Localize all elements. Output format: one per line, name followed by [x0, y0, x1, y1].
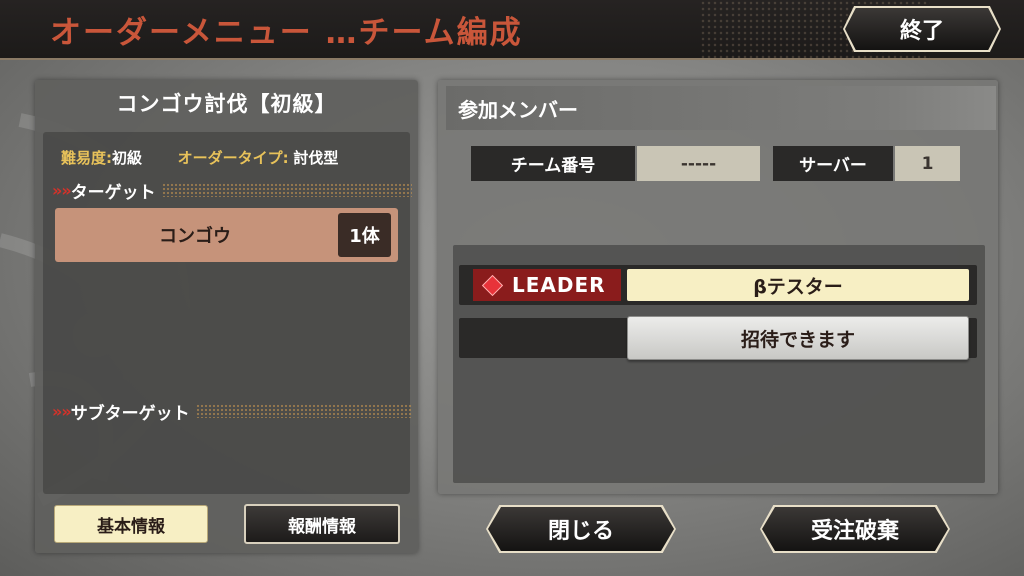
close-button[interactable]: 閉じる — [486, 505, 676, 553]
target-name: コンゴウ — [159, 226, 231, 247]
page-title: オーダーメニュー …チーム編成 — [50, 15, 523, 51]
leader-badge: LEADER — [473, 269, 621, 301]
target-header-label: ターゲット — [70, 182, 156, 203]
dotted-divider — [195, 404, 412, 418]
leader-name: βテスター — [627, 269, 969, 301]
cancel-order-button[interactable]: 受注破棄 — [760, 505, 950, 553]
close-button-label: 閉じる — [547, 519, 614, 544]
order-type-key: オーダータイプ: — [177, 149, 289, 167]
end-button-label: 終了 — [899, 19, 944, 44]
member-row-leader[interactable]: LEADER βテスター — [459, 265, 977, 305]
leader-badge-label: LEADER — [512, 273, 606, 297]
chevron-right-icon: » — [52, 180, 62, 200]
server-value: 1 — [895, 146, 960, 181]
target-count: 1体 — [338, 213, 391, 257]
target-section-header: »» ターゲット — [52, 179, 412, 203]
member-panel-header: 参加メンバー — [446, 86, 996, 130]
team-number-value: ----- — [637, 146, 760, 181]
tab-reward-info[interactable]: 報酬情報 — [244, 504, 400, 544]
member-panel-title: 参加メンバー — [458, 98, 578, 122]
member-row-empty: 招待できます — [459, 316, 977, 360]
end-button[interactable]: 終了 — [843, 6, 1001, 52]
chevron-right-icon: » — [61, 180, 71, 200]
quest-meta: 難易度:初級 オーダータイプ: 討伐型 — [61, 147, 338, 168]
tab-basic-info[interactable]: 基本情報 — [54, 505, 208, 543]
chevron-right-icon: » — [52, 401, 62, 421]
quest-info-panel: コンゴウ討伐【初級】 難易度:初級 オーダータイプ: 討伐型 — [35, 80, 418, 553]
difficulty-value: 初級 — [112, 149, 143, 167]
difficulty-key: 難易度: — [61, 149, 112, 167]
invite-button[interactable]: 招待できます — [627, 316, 969, 360]
cancel-order-button-label: 受注破棄 — [810, 519, 899, 544]
order-type-value: 討伐型 — [293, 149, 339, 167]
subtarget-section-header: »» サブターゲット — [52, 400, 412, 424]
server-label: サーバー — [773, 146, 893, 181]
subtarget-header-label: サブターゲット — [70, 403, 190, 424]
diamond-icon — [481, 274, 504, 296]
team-number-label: チーム番号 — [471, 146, 635, 181]
quest-title: コンゴウ討伐【初級】 — [116, 92, 337, 116]
dotted-divider — [161, 183, 412, 197]
chevron-right-icon: » — [61, 401, 71, 421]
target-row[interactable]: コンゴウ 1体 — [55, 208, 398, 262]
